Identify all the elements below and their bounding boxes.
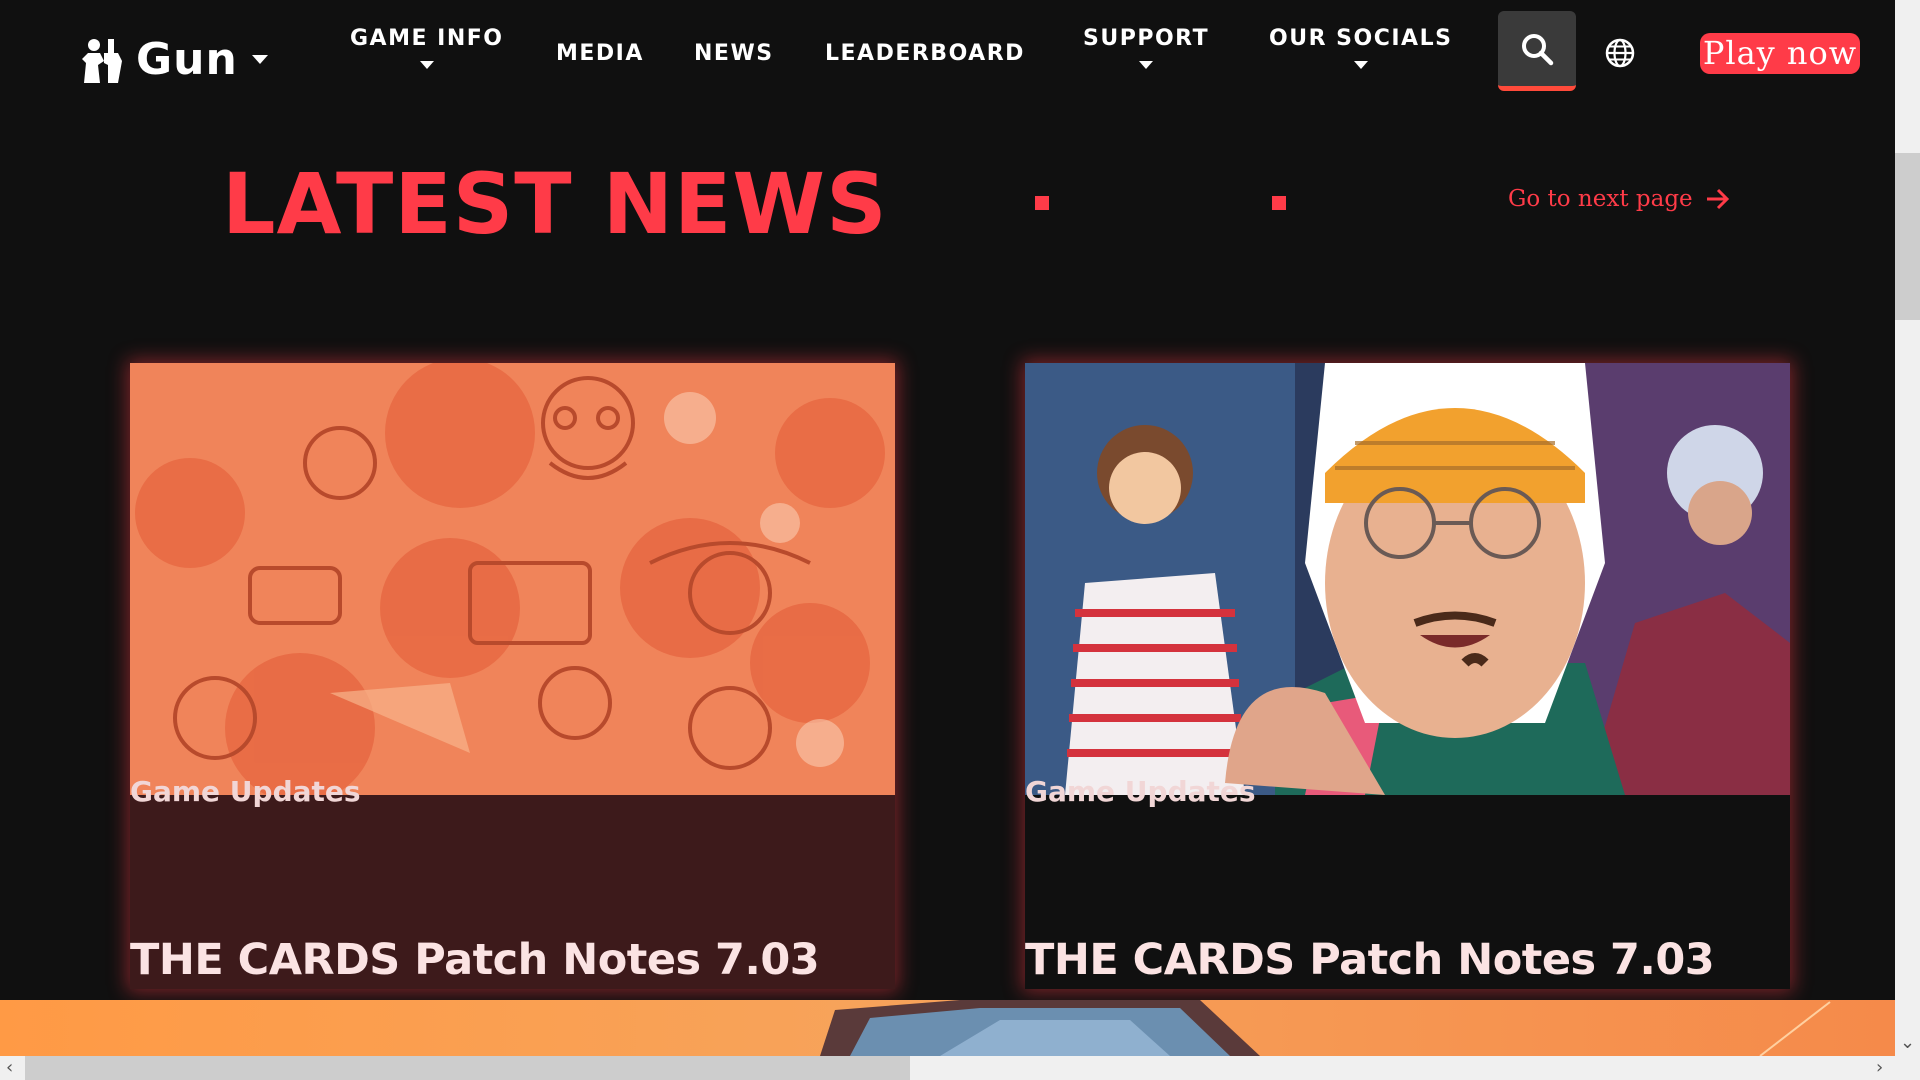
search-button[interactable]: [1498, 11, 1576, 91]
promo-banner-image: [0, 1000, 1895, 1056]
chevron-down-icon: [419, 61, 434, 69]
chevron-down-icon: [1353, 61, 1368, 69]
chevron-down-icon: [1139, 61, 1154, 69]
nav-item-news[interactable]: NEWS: [694, 41, 774, 66]
nav-item-media[interactable]: MEDIA: [556, 41, 644, 66]
play-now-button[interactable]: Play now: [1700, 33, 1860, 74]
nav-item-support[interactable]: SUPPORT: [1083, 26, 1209, 69]
nav-item-label: NEWS: [694, 41, 774, 66]
brand-logo[interactable]: Gun: [78, 34, 268, 85]
nav-item-label: GAME INFO: [350, 26, 504, 51]
next-page-link[interactable]: Go to next page: [1508, 186, 1731, 212]
promo-banner-art: [0, 1000, 1895, 1056]
nav-item-label: MEDIA: [556, 41, 644, 66]
brand-dropdown-chevron-icon[interactable]: [251, 55, 268, 64]
news-card-title[interactable]: THE CARDS Patch Notes 7.03: [130, 935, 820, 985]
next-page-label: Go to next page: [1508, 186, 1693, 212]
news-card-image[interactable]: [130, 363, 895, 795]
news-card-title[interactable]: THE CARDS Patch Notes 7.03: [1025, 935, 1715, 985]
brand-logo-icon: [82, 38, 122, 83]
arrow-right-icon: [1706, 188, 1729, 210]
news-card[interactable]: Game Updates THE CARDS Patch Notes 7.03: [1025, 363, 1790, 989]
news-card-image[interactable]: [1025, 363, 1790, 795]
decorative-square: [1272, 196, 1286, 210]
news-card-category: Game Updates: [130, 775, 361, 808]
scroll-down-arrow-icon[interactable]: ⌄: [1900, 1032, 1915, 1053]
nav-item-label: OUR SOCIALS: [1269, 26, 1453, 51]
nav-item-label: SUPPORT: [1083, 26, 1210, 51]
streamer-photo-image: [1025, 363, 1790, 795]
brand-name: Gun: [136, 34, 238, 85]
news-card[interactable]: Game Updates THE CARDS Patch Notes 7.03: [130, 363, 895, 989]
character-collage-image: [130, 363, 895, 795]
news-card-category: Game Updates: [1025, 775, 1256, 808]
nav-item-leaderboard[interactable]: LEADERBOARD: [825, 41, 1025, 66]
nav-item-label: LEADERBOARD: [825, 41, 1025, 66]
scroll-left-arrow-icon[interactable]: ‹: [6, 1057, 13, 1078]
top-navigation-bar: Gun GAME INFO MEDIA NEWS LEADERBOARD SUP…: [0, 0, 1895, 105]
decorative-square: [1035, 196, 1049, 210]
globe-icon[interactable]: [1605, 38, 1635, 68]
nav-item-game-info[interactable]: GAME INFO: [350, 26, 504, 69]
nav-item-our-socials[interactable]: OUR SOCIALS: [1269, 26, 1452, 69]
vertical-scrollbar-thumb[interactable]: [1895, 153, 1920, 320]
search-icon: [1522, 33, 1554, 65]
section-title: LATEST NEWS: [222, 155, 888, 253]
horizontal-scrollbar-thumb[interactable]: [25, 1056, 910, 1080]
scroll-right-arrow-icon[interactable]: ›: [1876, 1057, 1883, 1078]
